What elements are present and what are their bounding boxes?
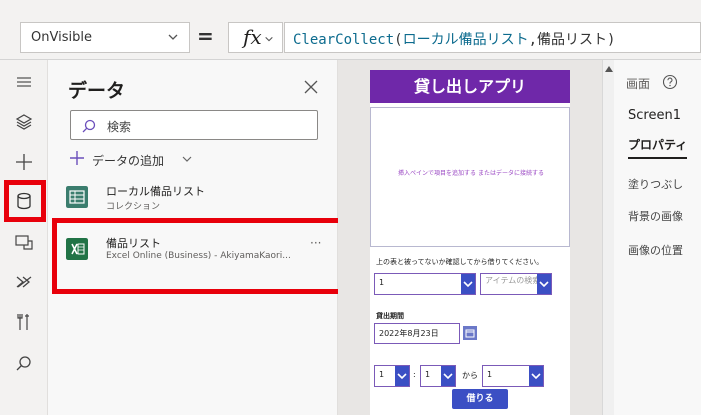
gallery[interactable]: 挿入ペインで項目を追加する またはデータに接続する — [370, 107, 570, 247]
properties-panel: 画面 Screen1 プロパティ 塗りつぶし 背景の画像 画像の位置 — [614, 60, 701, 415]
dropdown-button — [441, 366, 455, 386]
formula-open-paren: ( — [394, 32, 403, 48]
end-time-dropdown[interactable]: 1 — [482, 365, 544, 387]
screen-name: Screen1 — [628, 108, 681, 123]
hour-dropdown[interactable]: 1 — [374, 365, 410, 387]
property-dropdown[interactable]: OnVisible — [20, 22, 190, 53]
property-background-image[interactable]: 背景の画像 — [628, 208, 683, 224]
formula-source: 備品リスト — [537, 32, 608, 48]
hour-value: 1 — [379, 370, 385, 379]
borrow-button[interactable]: 借りる — [452, 389, 508, 409]
help-icon[interactable] — [662, 74, 678, 90]
item-search-dropdown[interactable]: アイテムの検索 — [480, 273, 552, 295]
tools-icon[interactable] — [14, 312, 34, 332]
app-canvas: 貸し出しアプリ 挿入ペインで項目を追加する またはデータに接続する 上の表と被っ… — [338, 60, 602, 415]
chevron-down-icon — [182, 156, 192, 162]
minute-value: 1 — [425, 370, 431, 379]
add-data-label: データの追加 — [92, 154, 165, 168]
app-header: 貸し出しアプリ — [370, 70, 570, 103]
chevron-down-icon — [443, 373, 453, 380]
properties-header: 画面 — [626, 77, 651, 91]
data-source-highlight — [52, 218, 348, 294]
dropdown-button — [537, 274, 551, 294]
database-icon-highlight — [4, 180, 46, 222]
item-search-placeholder: アイテムの検索 — [485, 276, 541, 285]
formula-close-paren: ) — [607, 32, 616, 48]
chevron-down-icon — [397, 373, 407, 380]
dropdown-button — [395, 366, 409, 386]
formula-bar: OnVisible = fx ClearCollect(ローカル備品リスト,備品… — [0, 0, 701, 60]
app-screen[interactable]: 貸し出しアプリ 挿入ペインで項目を追加する またはデータに接続する 上の表と被っ… — [370, 70, 570, 415]
scroll-up-icon[interactable] — [605, 66, 613, 72]
formula-collection: ローカル備品リスト — [402, 32, 529, 48]
layers-icon[interactable] — [14, 112, 34, 132]
search-icon[interactable] — [14, 354, 34, 374]
search-input[interactable]: 検索 — [70, 110, 318, 140]
hamburger-icon[interactable] — [14, 72, 34, 92]
quantity-value: 1 — [379, 278, 385, 287]
plus-icon[interactable] — [14, 152, 34, 172]
formula-input[interactable]: ClearCollect(ローカル備品リスト,備品リスト) — [284, 22, 701, 53]
date-picker[interactable]: 2022年8月23日 — [374, 323, 460, 344]
chevron-down-icon — [168, 34, 178, 40]
chevron-down-icon — [463, 281, 473, 288]
date-value: 2022年8月23日 — [379, 329, 439, 338]
fx-icon: fx — [243, 25, 262, 49]
minute-dropdown[interactable]: 1 — [420, 365, 456, 387]
formula-function: ClearCollect — [293, 32, 395, 48]
property-fill[interactable]: 塗りつぶし — [628, 176, 683, 192]
tab-properties[interactable]: プロパティ — [628, 136, 688, 159]
left-rail — [0, 60, 48, 415]
from-label: から — [462, 371, 478, 380]
property-value: OnVisible — [31, 30, 92, 45]
calendar-button[interactable] — [463, 326, 477, 340]
instruction-text: 上の表と被ってないか確認してから借りてください。 — [376, 258, 544, 266]
equals-sign: = — [197, 24, 214, 48]
end-time-value: 1 — [487, 370, 493, 379]
canvas-scrollbar[interactable] — [602, 60, 614, 415]
gallery-placeholder: 挿入ペインで項目を追加する またはデータに接続する — [398, 170, 544, 177]
search-icon — [82, 119, 96, 133]
time-colon: : — [413, 370, 416, 379]
calendar-icon — [465, 329, 475, 338]
plus-icon — [70, 151, 84, 165]
dropdown-button — [529, 366, 543, 386]
function-button[interactable]: fx — [228, 22, 283, 53]
data-source-type: コレクション — [106, 202, 161, 212]
chevron-down-icon — [265, 36, 273, 42]
formula-comma: , — [528, 32, 538, 48]
period-label: 貸出期間 — [376, 312, 404, 320]
advanced-tools-icon[interactable] — [14, 272, 34, 292]
quantity-dropdown[interactable]: 1 — [374, 273, 476, 295]
search-placeholder: 検索 — [107, 120, 132, 134]
close-icon[interactable] — [304, 80, 318, 94]
property-image-position[interactable]: 画像の位置 — [628, 242, 683, 258]
chevron-down-icon — [539, 281, 549, 288]
media-icon[interactable] — [14, 232, 34, 252]
dropdown-button — [461, 274, 475, 294]
collection-icon — [66, 186, 88, 208]
data-source-name: ローカル備品リスト — [106, 185, 205, 198]
panel-title: データ — [68, 80, 126, 102]
chevron-down-icon — [531, 373, 541, 380]
